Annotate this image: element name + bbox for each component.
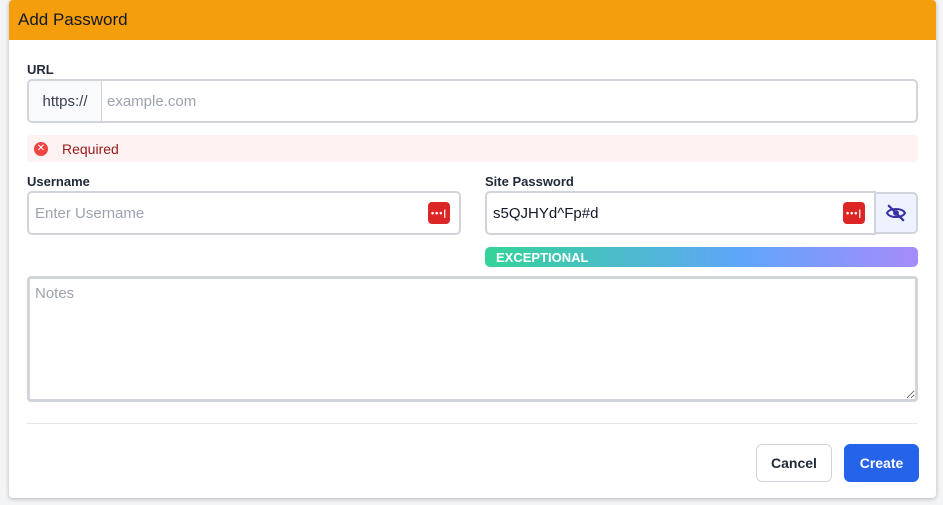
eye-slash-icon [885,204,907,222]
notes-textarea[interactable] [27,276,918,402]
dialog-header: Add Password [9,0,936,40]
url-prefix: https:// [29,81,102,121]
password-input[interactable] [487,204,843,222]
create-button[interactable]: Create [844,444,919,482]
password-field: •••| [485,191,876,235]
url-input[interactable] [102,81,916,121]
username-label: Username [27,174,90,189]
dialog-title: Add Password [18,10,128,29]
footer-divider [27,423,918,424]
toggle-visibility-button[interactable] [875,192,918,234]
password-strength-label: EXCEPTIONAL [496,249,589,265]
username-field: •••| [27,191,461,235]
username-input[interactable] [29,204,428,222]
add-password-dialog: Add Password URL https:// ✕ Required Use… [9,0,936,498]
url-label: URL [27,62,54,77]
url-error-alert: ✕ Required [27,135,918,162]
error-message: Required [62,140,119,157]
password-strength-bar: EXCEPTIONAL [485,247,918,267]
password-label: Site Password [485,174,574,189]
password-dots-icon[interactable]: •••| [428,202,450,224]
cancel-button[interactable]: Cancel [756,444,832,482]
error-circle-icon: ✕ [34,141,48,156]
url-input-group: https:// [27,79,918,123]
password-dots-icon[interactable]: •••| [843,202,865,224]
